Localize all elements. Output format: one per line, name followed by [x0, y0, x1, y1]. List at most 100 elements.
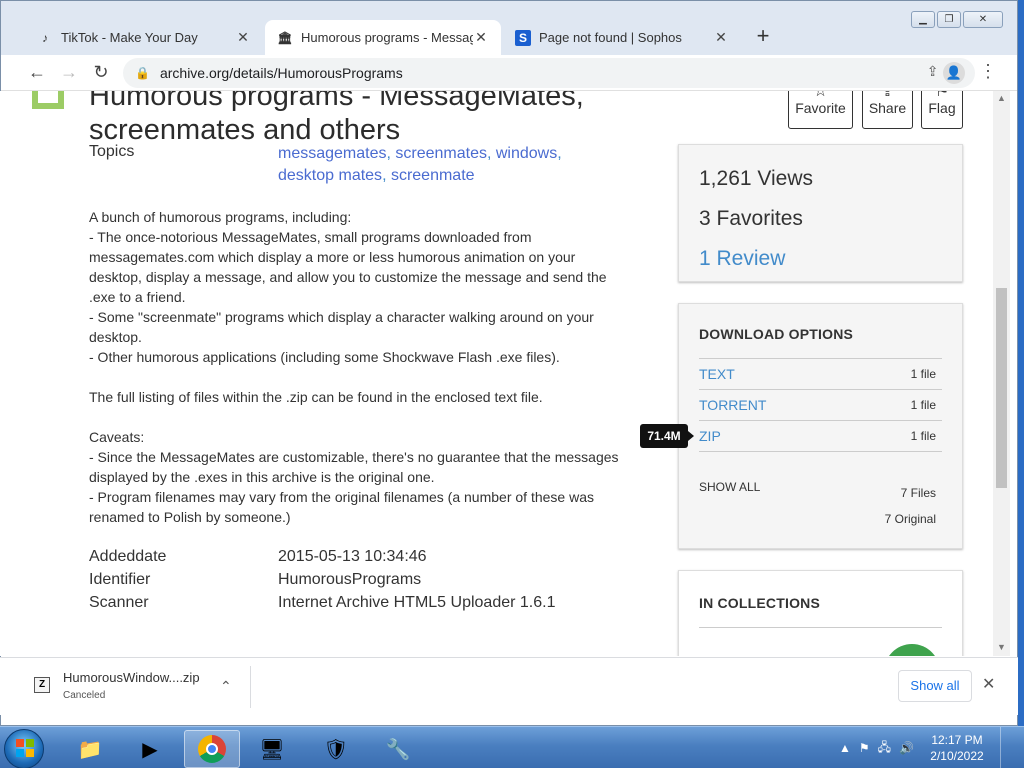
menu-icon[interactable]: ⋮: [979, 61, 997, 82]
profile-icon[interactable]: 👤: [943, 62, 965, 84]
download-torrent-link[interactable]: TORRENT: [699, 397, 766, 413]
clock[interactable]: 12:17 PM 2/10/2022: [922, 732, 992, 764]
tray-expand-icon[interactable]: ▲: [839, 741, 851, 755]
maximize-button[interactable]: ❐: [937, 11, 961, 28]
tab-strip: ♪ TikTok - Make Your Day ✕ 🏛 Humorous pr…: [1, 1, 1017, 55]
download-list: TEXT 1 file TORRENT 1 file ZIP 1 file: [699, 358, 942, 452]
tab-sophos[interactable]: S Page not found | Sophos ✕: [503, 20, 741, 55]
forward-button[interactable]: →: [53, 57, 85, 89]
action-center-icon[interactable]: ⚑: [859, 741, 870, 755]
download-options-heading: DOWNLOAD OPTIONS: [699, 326, 854, 342]
favorites-count: 3 Favorites: [699, 207, 803, 230]
description-line: - Since the MessageMates are customizabl…: [89, 449, 619, 485]
collection-badge[interactable]: [884, 644, 940, 656]
tab-archive[interactable]: 🏛 Humorous programs - MessageM ✕: [265, 20, 501, 55]
description-line: - The once-notorious MessageMates, small…: [89, 229, 607, 305]
topic-link[interactable]: screenmates: [395, 145, 487, 162]
metadata-label: Identifier: [89, 571, 151, 588]
topic-link[interactable]: messagemates: [278, 145, 387, 162]
topic-link[interactable]: screenmate: [391, 167, 475, 184]
share-button[interactable]: ⇪ Share: [862, 91, 913, 129]
tab-title: TikTok - Make Your Day: [61, 30, 198, 45]
address-bar[interactable]: 🔒 archive.org/details/HumorousPrograms ⇪…: [123, 58, 975, 88]
lock-icon[interactable]: 🔒: [135, 66, 150, 80]
share-label: Share: [868, 100, 907, 116]
show-all-downloads-button[interactable]: Show all: [898, 670, 972, 702]
item-description: A bunch of humorous programs, including:…: [89, 207, 619, 527]
file-size-tooltip: 71.4M: [640, 424, 694, 448]
description-line: - Some "screenmate" programs which displ…: [89, 309, 594, 345]
collections-heading: IN COLLECTIONS: [699, 595, 821, 611]
topic-link[interactable]: desktop mates: [278, 167, 382, 184]
show-all-section: SHOW ALL 7 Files 7 Original: [699, 480, 942, 540]
file-explorer-icon[interactable]: 📁: [62, 730, 118, 768]
download-row: TEXT 1 file: [699, 359, 942, 390]
download-options-panel: DOWNLOAD OPTIONS TEXT 1 file TORRENT 1 f…: [678, 303, 963, 549]
download-item[interactable]: Z HumorousWindow....zip Canceled ⌃: [30, 668, 240, 708]
chevron-up-icon[interactable]: ⌃: [220, 678, 232, 695]
divider: [699, 627, 942, 628]
show-all-link[interactable]: SHOW ALL: [699, 480, 760, 494]
download-file-name: HumorousWindow....zip: [63, 670, 200, 685]
topic-link[interactable]: windows: [496, 145, 557, 162]
download-zip-link[interactable]: ZIP: [699, 428, 721, 444]
item-type-icon: [32, 91, 64, 109]
tab-title: Page not found | Sophos: [539, 30, 682, 45]
download-shelf: Z HumorousWindow....zip Canceled ⌃ Show …: [0, 657, 1018, 715]
share-icon: ⇪: [880, 91, 895, 100]
security-app-icon[interactable]: 🛡: [308, 730, 364, 768]
flag-icon: ⚑: [934, 91, 950, 100]
close-icon[interactable]: ✕: [473, 29, 489, 46]
page-scrollbar[interactable]: ▲ ▼: [993, 91, 1010, 656]
download-status: Canceled: [63, 690, 106, 701]
file-count: 1 file: [910, 367, 936, 381]
page-title: Humorous programs - MessageMates, screen…: [89, 91, 584, 146]
minimize-button[interactable]: ▁: [911, 11, 935, 28]
start-button[interactable]: [4, 729, 44, 768]
download-row: ZIP 1 file: [699, 421, 942, 452]
reviews-link[interactable]: 1 Review: [699, 239, 942, 279]
topics-list: messagemates, screenmates, windows, desk…: [278, 145, 562, 184]
back-button[interactable]: ←: [21, 57, 53, 89]
download-text-link[interactable]: TEXT: [699, 366, 735, 382]
scrollbar-thumb[interactable]: [996, 288, 1007, 488]
show-desktop-button[interactable]: [1000, 727, 1012, 768]
media-player-icon[interactable]: ▶: [122, 730, 178, 768]
tiktok-icon: ♪: [42, 30, 48, 45]
sophos-icon: S: [515, 29, 531, 46]
chrome-icon[interactable]: [184, 730, 240, 768]
metadata-label: Addeddate: [89, 548, 167, 565]
share-page-icon[interactable]: ⇪: [927, 63, 939, 80]
windows-logo-icon: [16, 739, 34, 757]
window-close-button[interactable]: ✕: [963, 11, 1003, 28]
close-shelf-icon[interactable]: ✕: [982, 674, 995, 694]
scroll-down-arrow-icon[interactable]: ▼: [997, 642, 1006, 652]
flag-button[interactable]: ⚑ Flag: [921, 91, 963, 129]
description-line: - Program filenames may vary from the or…: [89, 489, 594, 525]
zip-file-icon: Z: [34, 677, 50, 693]
close-icon[interactable]: ✕: [713, 29, 729, 46]
tab-tiktok[interactable]: ♪ TikTok - Make Your Day ✕: [25, 20, 263, 55]
stats-panel: 1,261 Views 3 Favorites 1 Review: [678, 144, 963, 282]
favorite-button[interactable]: ☆ Favorite: [788, 91, 853, 129]
file-count: 1 file: [910, 398, 936, 412]
topics-label: Topics: [89, 143, 135, 160]
clock-time: 12:17 PM: [931, 733, 983, 747]
favorite-label: Favorite: [795, 100, 846, 116]
reload-button[interactable]: ↻: [85, 57, 117, 89]
archive-icon: 🏛: [277, 30, 293, 45]
volume-icon[interactable]: 🔊: [899, 741, 914, 755]
description-line: A bunch of humorous programs, including:: [89, 209, 352, 225]
url-text: archive.org/details/HumorousPrograms: [159, 65, 403, 81]
views-count: 1,261 Views: [699, 167, 814, 190]
scroll-up-arrow-icon[interactable]: ▲: [997, 93, 1006, 103]
original-files[interactable]: 7 Original: [885, 512, 936, 526]
network-icon[interactable]: 🖧: [878, 738, 891, 759]
tools-app-icon[interactable]: 🔧: [370, 730, 426, 768]
control-panel-icon[interactable]: 🖥: [244, 730, 300, 768]
total-files[interactable]: 7 Files: [901, 486, 936, 500]
description-line: The full listing of files within the .zi…: [89, 389, 543, 405]
download-row: TORRENT 1 file: [699, 390, 942, 421]
new-tab-button[interactable]: +: [751, 25, 775, 49]
close-icon[interactable]: ✕: [235, 29, 251, 46]
